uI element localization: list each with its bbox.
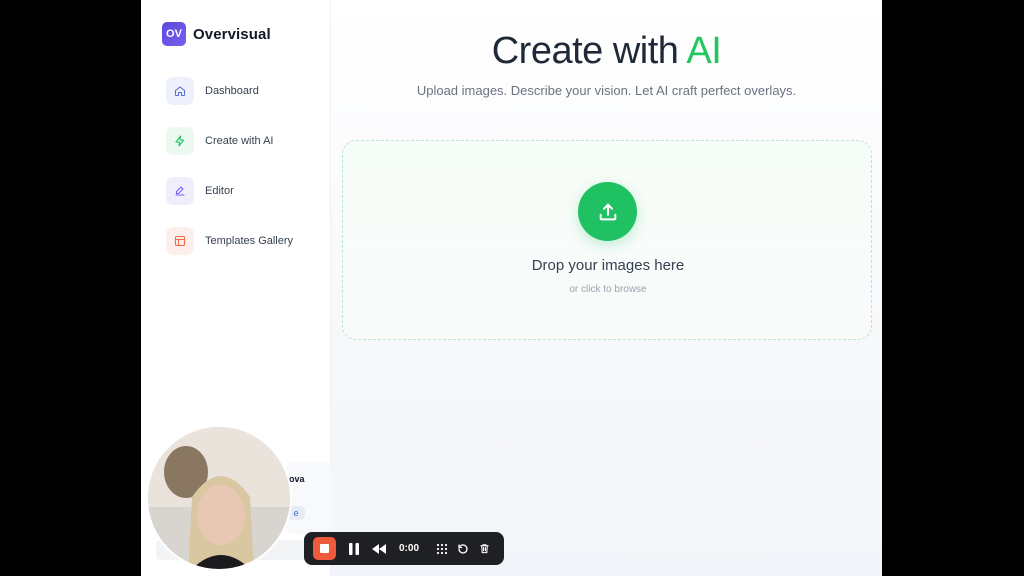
- grid-button[interactable]: [435, 543, 449, 555]
- sidebar-item-label: Templates Gallery: [205, 235, 294, 247]
- brand[interactable]: OV Overvisual: [162, 22, 271, 46]
- upload-icon: [599, 203, 616, 220]
- sidebar-item-templates-gallery[interactable]: Templates Gallery: [166, 227, 293, 255]
- rewind-button[interactable]: [371, 543, 387, 554]
- stop-recording-button[interactable]: [313, 537, 336, 560]
- sidebar-item-editor[interactable]: Editor: [166, 177, 234, 205]
- sparkle-icon: [166, 127, 194, 155]
- brand-name: Overvisual: [193, 25, 271, 43]
- sidebar-item-create-with-ai[interactable]: Create with AI: [166, 127, 273, 155]
- profile-card[interactable]: [286, 462, 332, 534]
- page-subtitle: Upload images. Describe your vision. Let…: [416, 83, 797, 98]
- image-dropzone[interactable]: Drop your images here or click to browse: [342, 140, 872, 340]
- webcam-person-image: [148, 427, 290, 569]
- layout-icon: [166, 227, 194, 255]
- recording-toolbar: 0:00: [304, 532, 504, 565]
- upload-button[interactable]: [578, 182, 637, 241]
- grid-icon: [436, 543, 448, 554]
- rewind-icon: [372, 543, 386, 554]
- sidebar-item-dashboard[interactable]: Dashboard: [166, 77, 259, 105]
- page-title-prefix: Create with: [491, 30, 687, 72]
- sidebar-item-label: Create with AI: [205, 135, 274, 147]
- pause-button[interactable]: [347, 542, 361, 555]
- browse-link[interactable]: or click to browse: [343, 284, 873, 295]
- pause-icon: [349, 542, 359, 555]
- sidebar-item-label: Editor: [205, 185, 234, 197]
- recording-time: 0:00: [399, 543, 420, 554]
- dropzone-title: Drop your images here: [531, 257, 685, 274]
- restart-icon: [458, 543, 468, 554]
- webcam-overlay: [146, 425, 292, 571]
- trash-icon: [479, 544, 489, 554]
- home-icon: [166, 77, 194, 105]
- sidebar-item-label: Dashboard: [205, 85, 259, 97]
- pen-icon: [166, 177, 194, 205]
- main-content: Create with AI Upload images. Describe y…: [331, 0, 882, 576]
- page-title: Create with AI: [331, 30, 882, 73]
- profile-name: ova: [289, 474, 305, 484]
- stop-icon: [320, 544, 329, 553]
- brand-logo: OV: [162, 22, 186, 46]
- delete-button[interactable]: [477, 542, 491, 555]
- page-title-accent: AI: [686, 30, 722, 72]
- restart-button[interactable]: [456, 543, 470, 555]
